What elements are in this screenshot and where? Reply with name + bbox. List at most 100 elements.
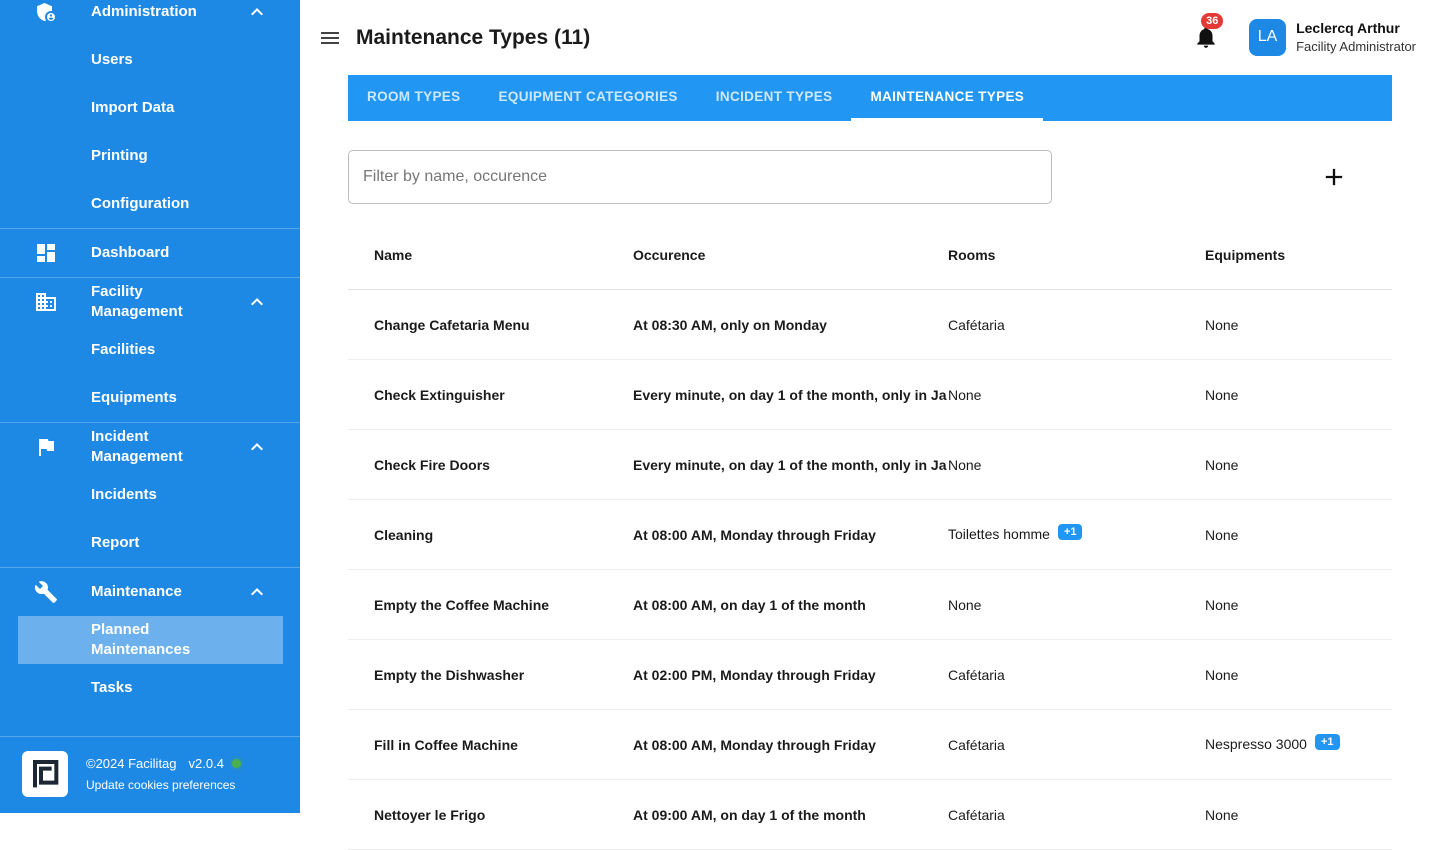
- row-name: Check Extinguisher: [374, 386, 505, 403]
- tab-equipment-categories[interactable]: EQUIPMENT CATEGORIES: [480, 75, 697, 121]
- notifications-button[interactable]: 36: [1193, 13, 1224, 50]
- sidebar-item-tasks[interactable]: Tasks: [18, 664, 283, 712]
- row-rooms: Cafétaria: [948, 666, 1005, 683]
- notification-count-badge: 36: [1201, 13, 1224, 30]
- row-occurrence: At 09:00 AM, on day 1 of the month: [633, 806, 866, 823]
- row-equipments: Nespresso 3000 +1: [1205, 733, 1392, 754]
- row-rooms: None: [948, 386, 982, 403]
- sidebar-item-report[interactable]: Report: [18, 519, 283, 567]
- sidebar-item-label: Incident Management: [91, 428, 183, 465]
- cookies-preferences-link[interactable]: Update cookies preferences: [86, 778, 241, 792]
- chevron-up-icon: [245, 580, 269, 604]
- row-equipments: None: [1205, 526, 1239, 543]
- status-dot: [231, 759, 241, 768]
- sidebar-item-incidents[interactable]: Incidents: [18, 471, 283, 519]
- flag-icon: [34, 435, 58, 459]
- table-row[interactable]: Check Fire Doors Every minute, on day 1 …: [348, 430, 1392, 500]
- column-header-equipments: Equipments: [1205, 246, 1286, 263]
- row-name: Cleaning: [374, 526, 434, 543]
- sidebar-item-label: Configuration: [91, 195, 190, 212]
- chevron-up-icon: [245, 435, 269, 459]
- table-header-row: Name Occurence Rooms Equipments: [348, 220, 1392, 290]
- sidebar-item-label: Import Data: [91, 99, 175, 116]
- sidebar-item-maintenance[interactable]: Maintenance: [18, 568, 283, 616]
- sidebar-footer: ©2024 Facilitag v2.0.4 Update cookies pr…: [0, 736, 300, 813]
- row-name: Change Cafetaria Menu: [374, 316, 530, 333]
- plus-icon: [1325, 168, 1343, 186]
- maintenance-types-table: Name Occurence Rooms Equipments Change C…: [348, 220, 1392, 850]
- sidebar-item-label: Administration: [91, 3, 197, 20]
- row-occurrence: At 08:30 AM, only on Monday: [633, 316, 827, 333]
- sidebar-item-facilities[interactable]: Facilities: [18, 326, 283, 374]
- table-row[interactable]: Empty the Coffee Machine At 08:00 AM, on…: [348, 570, 1392, 640]
- tab-maintenance-types[interactable]: MAINTENANCE TYPES: [851, 75, 1044, 121]
- sidebar-item-equipments[interactable]: Equipments: [18, 374, 283, 422]
- sidebar-item-label: Maintenance: [91, 583, 182, 600]
- sidebar-item-administration[interactable]: Administration: [18, 0, 283, 36]
- dashboard-icon: [34, 241, 58, 265]
- row-equipments: None: [1205, 316, 1239, 333]
- page-title: Maintenance Types (11): [356, 25, 591, 49]
- filter-input[interactable]: [348, 150, 1052, 204]
- row-rooms: None: [948, 456, 982, 473]
- sidebar-item-label: Equipments: [91, 389, 177, 406]
- row-equipments: None: [1205, 386, 1239, 403]
- add-maintenance-type-button[interactable]: [1320, 163, 1348, 191]
- sidebar-item-incident-management[interactable]: Incident Management: [18, 423, 283, 471]
- row-occurrence: At 08:00 AM, Monday through Friday: [633, 736, 876, 753]
- table-row[interactable]: Check Extinguisher Every minute, on day …: [348, 360, 1392, 430]
- table-body: Change Cafetaria Menu At 08:30 AM, only …: [348, 290, 1392, 850]
- row-equipments: None: [1205, 806, 1239, 823]
- sidebar-item-label: Tasks: [91, 679, 133, 696]
- tab-incident-types[interactable]: INCIDENT TYPES: [697, 75, 852, 121]
- row-equipments: None: [1205, 596, 1239, 613]
- row-rooms: Toilettes homme +1: [948, 523, 1205, 544]
- sidebar-item-configuration[interactable]: Configuration: [18, 180, 283, 228]
- table-row[interactable]: Fill in Coffee Machine At 08:00 AM, Mond…: [348, 710, 1392, 780]
- sidebar-item-facility-management[interactable]: Facility Management: [18, 278, 283, 326]
- version-text: v2.0.4: [188, 756, 224, 771]
- sidebar-item-import-data[interactable]: Import Data: [18, 84, 283, 132]
- sidebar-item-label: Facility Management: [91, 283, 183, 320]
- chevron-up-icon: [245, 0, 269, 24]
- sidebar-item-label: Report: [91, 534, 140, 551]
- main-area: Maintenance Types (11) 36 LA Leclercq Ar…: [300, 0, 1440, 850]
- plus-badge[interactable]: +1: [1314, 733, 1340, 750]
- sidebar-item-printing[interactable]: Printing: [18, 132, 283, 180]
- tab-room-types[interactable]: ROOM TYPES: [348, 75, 480, 121]
- sidebar-item-label: Facilities: [91, 341, 156, 358]
- sidebar-item-users[interactable]: Users: [18, 36, 283, 84]
- top-header: Maintenance Types (11) 36 LA Leclercq Ar…: [300, 0, 1440, 75]
- sidebar-item-label: Printing: [91, 147, 148, 164]
- table-row[interactable]: Change Cafetaria Menu At 08:30 AM, only …: [348, 290, 1392, 360]
- row-rooms: None: [948, 596, 982, 613]
- row-occurrence: Every minute, on day 1 of the month, onl…: [633, 456, 947, 473]
- column-header-name: Name: [374, 246, 413, 263]
- column-header-occurence: Occurence: [633, 246, 706, 263]
- table-row[interactable]: Nettoyer le Frigo At 09:00 AM, on day 1 …: [348, 780, 1392, 850]
- building-icon: [34, 290, 58, 314]
- hamburger-icon: [321, 31, 339, 44]
- sidebar-item-dashboard[interactable]: Dashboard: [18, 229, 283, 277]
- row-name: Check Fire Doors: [374, 456, 490, 473]
- table-row[interactable]: Empty the Dishwasher At 02:00 PM, Monday…: [348, 640, 1392, 710]
- plus-badge[interactable]: +1: [1057, 523, 1083, 540]
- row-rooms: Cafétaria: [948, 316, 1005, 333]
- footer-info: ©2024 Facilitag v2.0.4 Update cookies pr…: [86, 756, 241, 792]
- row-rooms: Cafétaria: [948, 806, 1005, 823]
- sidebar-item-planned-maintenances[interactable]: Planned Maintenances: [18, 616, 283, 664]
- sidebar-item-label: Users: [91, 51, 133, 68]
- hamburger-menu-button[interactable]: [318, 26, 342, 50]
- row-equipments: None: [1205, 456, 1239, 473]
- avatar[interactable]: LA: [1249, 18, 1287, 56]
- wrench-icon: [34, 580, 58, 604]
- facilitag-logo: [22, 751, 68, 797]
- user-name: Leclercq Arthur: [1296, 19, 1400, 36]
- table-row[interactable]: Cleaning At 08:00 AM, Monday through Fri…: [348, 500, 1392, 570]
- row-occurrence: Every minute, on day 1 of the month, onl…: [633, 386, 947, 403]
- admin-shield-icon: [34, 0, 58, 24]
- row-occurrence: At 02:00 PM, Monday through Friday: [633, 666, 876, 683]
- row-name: Nettoyer le Frigo: [374, 806, 486, 823]
- column-header-rooms: Rooms: [948, 246, 996, 263]
- row-occurrence: At 08:00 AM, on day 1 of the month: [633, 596, 866, 613]
